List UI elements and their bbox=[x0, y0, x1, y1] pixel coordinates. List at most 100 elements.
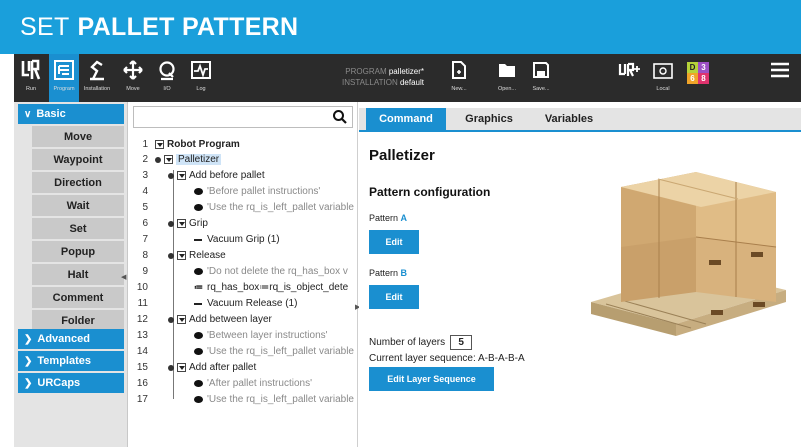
open-program-button[interactable]: Open... bbox=[492, 54, 522, 102]
local-label: Local bbox=[656, 86, 670, 92]
sidebar-item-set[interactable]: Set bbox=[32, 218, 124, 240]
assignment-icon: ≔ bbox=[194, 282, 203, 292]
save-program-button[interactable]: Save... bbox=[526, 54, 556, 102]
status-3: 3 bbox=[698, 62, 709, 73]
tree-node-label: Robot Program bbox=[167, 139, 240, 150]
tree-line[interactable]: 7 Vacuum Grip (1) bbox=[128, 234, 358, 248]
line-number: 1 bbox=[142, 139, 148, 150]
collapse-sidebar-arrow[interactable]: ◀ bbox=[121, 273, 126, 281]
tree-node-label: Grip bbox=[189, 218, 208, 229]
sidebar-item-popup[interactable]: Popup bbox=[32, 241, 124, 263]
tree-node-label: 'Do not delete the rq_has_box v bbox=[207, 266, 348, 277]
pattern-b-letter: B bbox=[400, 268, 408, 278]
edit-pattern-b-button[interactable]: Edit bbox=[369, 285, 419, 309]
program-tree-panel: 1 Robot Program 2 Palletizer 3 Add befor… bbox=[128, 102, 358, 447]
urcaps-button[interactable] bbox=[615, 54, 645, 102]
tree-line[interactable]: 13 'Between layer instructions' bbox=[128, 330, 358, 344]
collapse-icon[interactable] bbox=[177, 251, 186, 260]
line-number: 3 bbox=[142, 170, 148, 181]
layers-input[interactable]: 5 bbox=[450, 335, 473, 350]
run-button[interactable]: Run bbox=[16, 54, 46, 102]
collapse-icon[interactable] bbox=[177, 363, 186, 372]
program-icon bbox=[49, 54, 79, 86]
collapse-icon[interactable] bbox=[155, 140, 164, 149]
category-urcaps[interactable]: ❯ URCaps bbox=[18, 373, 124, 393]
category-templates-label: Templates bbox=[37, 355, 91, 367]
sidebar-item-direction[interactable]: Direction bbox=[32, 172, 124, 194]
pattern-b-label: Pattern B bbox=[369, 268, 407, 278]
edit-layer-sequence-button[interactable]: Edit Layer Sequence bbox=[369, 367, 494, 391]
comment-icon bbox=[194, 396, 203, 403]
installation-button[interactable]: Installation bbox=[82, 54, 112, 102]
menu-button[interactable] bbox=[765, 54, 795, 102]
tree-node-label: 'Between layer instructions' bbox=[207, 330, 328, 341]
tree-line[interactable]: 15 Add after pallet bbox=[128, 362, 358, 376]
comment-icon bbox=[194, 380, 203, 387]
move-button[interactable]: Move bbox=[118, 54, 148, 102]
tree-line[interactable]: 17 'Use the rq_is_left_pallet variable bbox=[128, 394, 358, 408]
installation-info-label: INSTALLATION bbox=[342, 78, 398, 87]
line-number: 10 bbox=[136, 282, 148, 293]
search-icon[interactable] bbox=[332, 109, 348, 125]
pin-icon bbox=[168, 172, 174, 179]
pattern-b-text: Pattern bbox=[369, 268, 399, 278]
new-program-button[interactable]: New... bbox=[444, 54, 474, 102]
sidebar-item-halt[interactable]: Halt bbox=[32, 264, 124, 286]
line-number: 5 bbox=[142, 202, 148, 213]
local-icon bbox=[648, 54, 678, 86]
tree-node-label: rq_has_box≔rq_is_object_dete bbox=[207, 282, 349, 293]
line-number: 12 bbox=[136, 314, 148, 325]
sidebar-item-wait[interactable]: Wait bbox=[32, 195, 124, 217]
sidebar-item-comment[interactable]: Comment bbox=[32, 287, 124, 309]
io-button[interactable]: I/O bbox=[152, 54, 182, 102]
program-tab-button[interactable]: Program bbox=[49, 54, 79, 102]
tree-line[interactable]: 8 Release bbox=[128, 250, 358, 264]
hamburger-menu-icon bbox=[765, 54, 795, 86]
collapse-icon[interactable] bbox=[177, 219, 186, 228]
tree-line[interactable]: 3 Add before pallet bbox=[128, 170, 358, 184]
local-control-button[interactable]: Local bbox=[648, 54, 678, 102]
tab-graphics[interactable]: Graphics bbox=[449, 108, 529, 130]
pattern-a-letter: A bbox=[400, 213, 408, 223]
status-d: D bbox=[687, 62, 698, 73]
collapse-icon[interactable] bbox=[177, 171, 186, 180]
sidebar-item-move[interactable]: Move bbox=[32, 126, 124, 148]
line-number: 16 bbox=[136, 378, 148, 389]
line-number: 7 bbox=[142, 234, 148, 245]
tree-line[interactable]: 14 'Use the rq_is_left_pallet variable bbox=[128, 346, 358, 360]
tab-command[interactable]: Command bbox=[366, 108, 446, 130]
tree-line[interactable]: 10 ≔ rq_has_box≔rq_is_object_dete bbox=[128, 282, 358, 296]
command-icon bbox=[194, 238, 202, 241]
tree-line[interactable]: 11 Vacuum Release (1) bbox=[128, 298, 358, 312]
tree-node-label: 'Before pallet instructions' bbox=[207, 186, 321, 197]
log-button[interactable]: Log bbox=[186, 54, 216, 102]
status-indicator[interactable]: D 3 6 8 bbox=[687, 62, 709, 84]
category-basic[interactable]: ∨ Basic bbox=[18, 104, 124, 124]
tree-line[interactable]: 12 Add between layer bbox=[128, 314, 358, 328]
new-file-icon bbox=[444, 54, 474, 86]
sidebar-item-waypoint[interactable]: Waypoint bbox=[32, 149, 124, 171]
tree-node-label: 'Use the rq_is_left_pallet variable bbox=[207, 394, 354, 405]
tree-search-field[interactable] bbox=[133, 106, 353, 128]
tree-node-label: 'Use the rq_is_left_pallet variable bbox=[207, 346, 354, 357]
log-label: Log bbox=[196, 86, 206, 92]
tab-variables[interactable]: Variables bbox=[529, 108, 609, 130]
edit-pattern-a-button[interactable]: Edit bbox=[369, 230, 419, 254]
tree-line[interactable]: 4 'Before pallet instructions' bbox=[128, 186, 358, 200]
pin-icon bbox=[155, 156, 161, 163]
comment-icon bbox=[194, 204, 203, 211]
category-advanced[interactable]: ❯ Advanced bbox=[18, 329, 124, 349]
status-6: 6 bbox=[687, 73, 698, 84]
collapse-icon[interactable] bbox=[177, 315, 186, 324]
comment-icon bbox=[194, 268, 203, 275]
tree-line[interactable]: 2 Palletizer bbox=[128, 154, 358, 168]
category-templates[interactable]: ❯ Templates bbox=[18, 351, 124, 371]
top-toolbar: Run Program Installation Move I/O Log PR… bbox=[14, 54, 801, 102]
tree-line[interactable]: 6 Grip bbox=[128, 218, 358, 232]
tree-line[interactable]: 1 Robot Program bbox=[128, 139, 358, 153]
tree-line[interactable]: 5 'Use the rq_is_left_pallet variable bbox=[128, 202, 358, 216]
comment-icon bbox=[194, 332, 203, 339]
collapse-icon[interactable] bbox=[164, 155, 173, 164]
tree-line[interactable]: 9 'Do not delete the rq_has_box v bbox=[128, 266, 358, 280]
tree-line[interactable]: 16 'After pallet instructions' bbox=[128, 378, 358, 392]
